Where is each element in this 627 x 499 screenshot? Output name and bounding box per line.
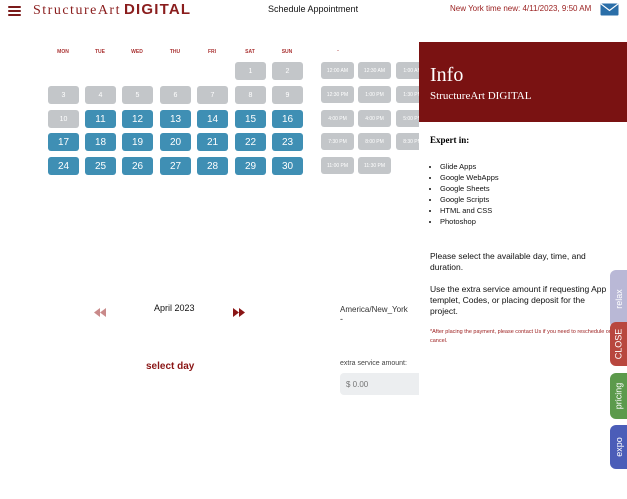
time-slot: 12:30 AM: [358, 62, 391, 79]
tab-relax-label: relax: [613, 289, 624, 309]
weekday-wed: WED: [131, 49, 143, 55]
time-slot: 12:30 PM: [321, 86, 354, 103]
expert-heading: Expert in:: [430, 135, 470, 145]
info-paragraph-extra: Use the extra service amount if requesti…: [430, 284, 607, 316]
skill-item: Google WebApps: [440, 172, 499, 183]
day-3: 3: [48, 86, 79, 104]
tab-pricing-label: pricing: [613, 382, 624, 410]
weekday-fri: FRI: [207, 49, 217, 55]
skill-item: Photoshop: [440, 216, 499, 227]
day-4: 4: [85, 86, 116, 104]
info-subtitle: StructureArt DIGITAL: [430, 90, 532, 102]
day-28[interactable]: 28: [197, 157, 228, 175]
tab-expo-label: expo: [613, 437, 624, 457]
weekday-sat: SAT: [245, 49, 255, 55]
tab-close-label: CLOSE: [613, 328, 624, 360]
skill-item: Glide Apps: [440, 161, 499, 172]
info-title: Info: [430, 64, 464, 86]
day-14[interactable]: 14: [197, 110, 228, 128]
weekday-thu: THU: [169, 49, 181, 55]
time-slot: 4:00 PM: [358, 110, 391, 127]
skill-item: HTML and CSS: [440, 205, 499, 216]
info-panel-header: Info StructureArt DIGITAL: [419, 42, 627, 122]
day-29[interactable]: 29: [235, 157, 266, 175]
day-6: 6: [160, 86, 191, 104]
times-header-mark: -: [337, 48, 339, 54]
weekday-sun: SUN: [281, 49, 293, 55]
day-16[interactable]: 16: [272, 110, 303, 128]
day-20[interactable]: 20: [160, 133, 191, 151]
day-10: 10: [48, 110, 79, 128]
tab-expo[interactable]: expo: [610, 425, 627, 469]
day-30[interactable]: 30: [272, 157, 303, 175]
day-12[interactable]: 12: [122, 110, 153, 128]
day-11[interactable]: 11: [85, 110, 116, 128]
time-slot: 7:30 PM: [321, 133, 354, 150]
hamburger-icon[interactable]: [8, 6, 21, 16]
day-1: 1: [235, 62, 266, 80]
day-15[interactable]: 15: [235, 110, 266, 128]
timezone-dash: -: [340, 314, 343, 324]
extra-amount-label: extra service amount:: [340, 360, 407, 367]
double-chevron-right-icon[interactable]: [233, 304, 245, 322]
select-day-prompt: select day: [146, 361, 195, 372]
day-8: 8: [235, 86, 266, 104]
info-panel: Info StructureArt DIGITAL Expert in: Gli…: [419, 42, 627, 499]
time-slot: 11:30 PM: [358, 157, 391, 174]
tab-relax[interactable]: relax: [610, 270, 627, 328]
time-slot: 12:00 AM: [321, 62, 354, 79]
double-chevron-left-icon[interactable]: [94, 304, 106, 322]
day-22[interactable]: 22: [235, 133, 266, 151]
time-slot: 4:00 PM: [321, 110, 354, 127]
day-18[interactable]: 18: [85, 133, 116, 151]
day-7: 7: [197, 86, 228, 104]
day-19[interactable]: 19: [122, 133, 153, 151]
time-slot: 1:00 PM: [358, 86, 391, 103]
day-17[interactable]: 17: [48, 133, 79, 151]
time-slot: 11:00 PM: [321, 157, 354, 174]
extra-amount-input[interactable]: [340, 373, 430, 395]
weekday-tue: TUE: [95, 49, 105, 55]
day-26[interactable]: 26: [122, 157, 153, 175]
day-24[interactable]: 24: [48, 157, 79, 175]
timezone-label: America/New_York: [340, 305, 408, 314]
day-25[interactable]: 25: [85, 157, 116, 175]
time-slot: 8:00 PM: [358, 133, 391, 150]
skill-item: Google Sheets: [440, 183, 499, 194]
month-label: April 2023: [154, 303, 195, 313]
payment-note: *After placing the payment, please conta…: [430, 329, 611, 344]
info-paragraph-select: Please select the available day, time, a…: [430, 251, 586, 272]
day-5: 5: [122, 86, 153, 104]
envelope-icon[interactable]: [600, 3, 619, 16]
day-2: 2: [272, 62, 303, 80]
tab-pricing[interactable]: pricing: [610, 373, 627, 419]
page-title: Schedule Appointment: [268, 4, 359, 14]
day-13[interactable]: 13: [160, 110, 191, 128]
weekday-mon: MON: [57, 49, 69, 55]
day-21[interactable]: 21: [197, 133, 228, 151]
day-9: 9: [272, 86, 303, 104]
day-23[interactable]: 23: [272, 133, 303, 151]
day-27[interactable]: 27: [160, 157, 191, 175]
tab-close[interactable]: CLOSE: [610, 322, 627, 366]
skill-item: Google Scripts: [440, 194, 499, 205]
new-york-time: New York time new: 4/11/2023, 9:50 AM: [450, 4, 592, 13]
brand-logo: StructureArt DIGITAL: [33, 1, 192, 18]
skills-list: Glide AppsGoogle WebAppsGoogle SheetsGoo…: [430, 161, 499, 227]
